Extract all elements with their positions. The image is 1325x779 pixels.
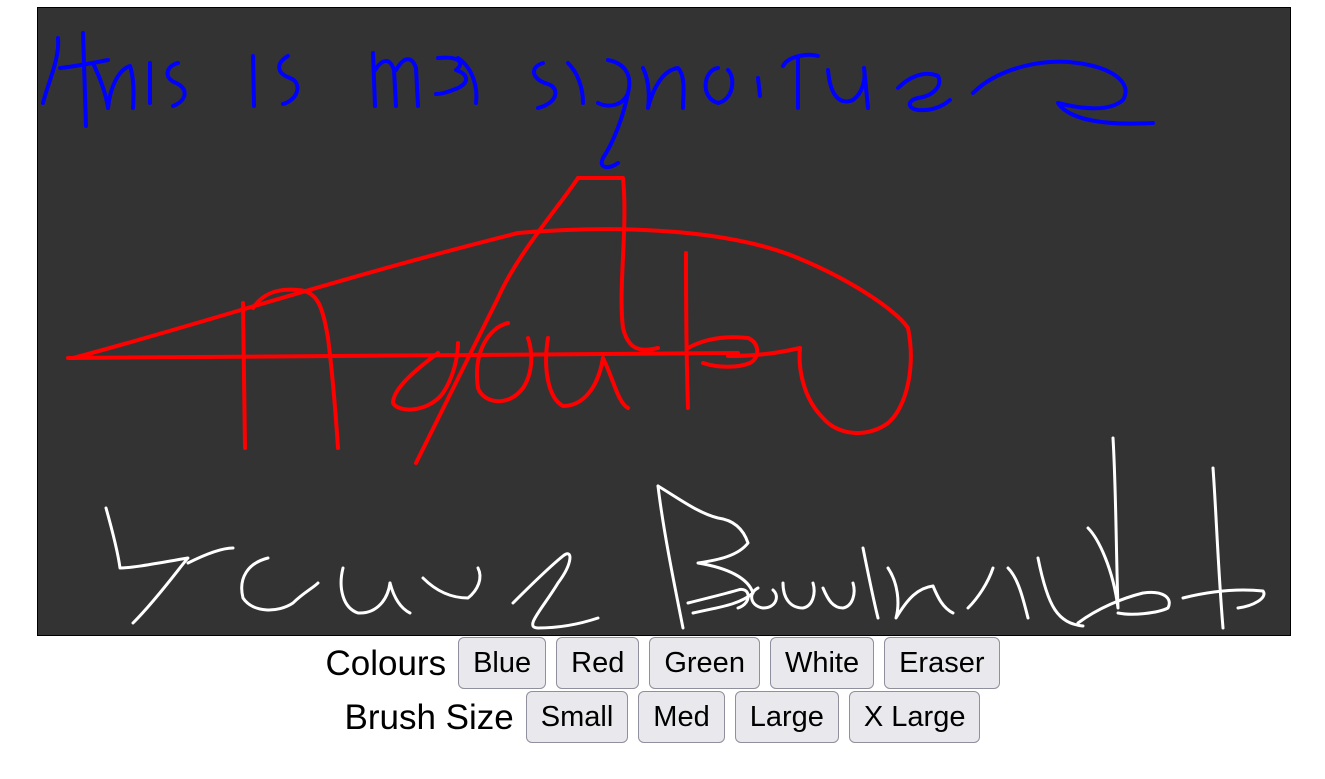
medium-brush-button[interactable]: Med — [638, 691, 725, 743]
brush-size-label: Brush Size — [344, 697, 514, 737]
green-colour-button[interactable]: Green — [649, 637, 760, 689]
x-large-brush-button[interactable]: X Large — [848, 691, 981, 743]
drawing-canvas[interactable] — [37, 7, 1291, 636]
red-colour-button[interactable]: Red — [556, 637, 640, 689]
white-colour-button[interactable]: White — [769, 637, 875, 689]
colours-label: Colours — [325, 643, 447, 683]
colour-controls: Colours Blue Red Green White Eraser — [0, 636, 1325, 690]
blue-signature-strokes — [41, 31, 1155, 170]
blue-colour-button[interactable]: Blue — [458, 637, 547, 689]
white-signature-strokes — [104, 436, 1266, 630]
brush-size-controls: Brush Size Small Med Large X Large — [0, 690, 1325, 744]
eraser-button[interactable]: Eraser — [884, 637, 1000, 689]
small-brush-button[interactable]: Small — [525, 691, 629, 743]
red-signature-strokes — [66, 176, 913, 465]
drawing-surface[interactable] — [38, 8, 1290, 635]
large-brush-button[interactable]: Large — [734, 691, 839, 743]
